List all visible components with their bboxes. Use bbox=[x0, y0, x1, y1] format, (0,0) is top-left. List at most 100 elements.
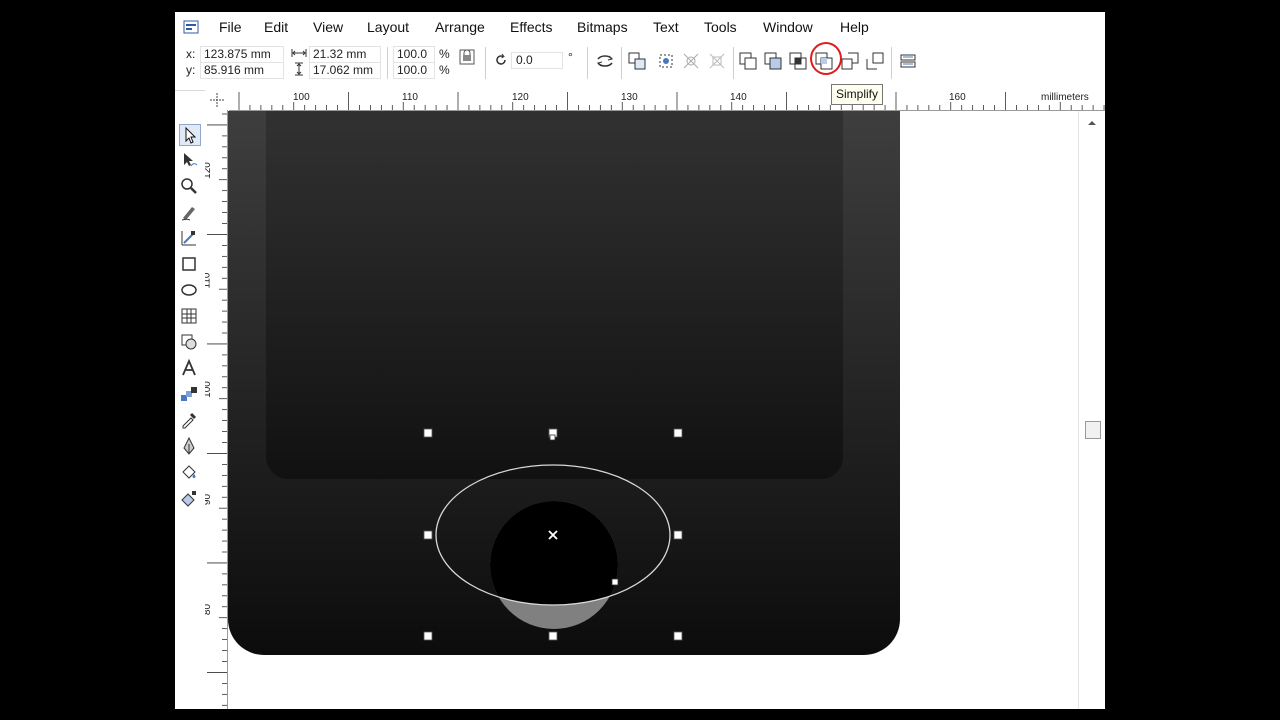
menu-arrange[interactable]: Arrange bbox=[435, 19, 485, 35]
menu-effects[interactable]: Effects bbox=[510, 19, 553, 35]
ruler-origin-icon bbox=[210, 93, 224, 107]
back-minus-front-icon[interactable] bbox=[865, 51, 885, 71]
group-icon[interactable] bbox=[627, 51, 647, 71]
separator bbox=[485, 47, 486, 79]
width-value: 21.32 mm bbox=[313, 47, 367, 61]
zoom-tool[interactable] bbox=[179, 176, 201, 198]
height-icon bbox=[295, 62, 303, 76]
mirror-icon[interactable] bbox=[595, 51, 615, 71]
text-tool[interactable] bbox=[179, 358, 201, 380]
ellipse-tool[interactable] bbox=[179, 280, 201, 302]
rotate-icon bbox=[496, 53, 506, 65]
outline-pen-tool[interactable] bbox=[179, 436, 201, 458]
highlight-annotation bbox=[810, 42, 842, 75]
shape-tool[interactable] bbox=[179, 150, 201, 172]
freehand-tool[interactable] bbox=[179, 202, 201, 224]
menu-tools[interactable]: Tools bbox=[704, 19, 737, 35]
ruler-h-label: 160 bbox=[949, 92, 966, 103]
separator bbox=[621, 47, 622, 79]
ruler-v-label: 120 bbox=[205, 162, 213, 179]
scroll-thumb[interactable] bbox=[1085, 421, 1101, 439]
eyedropper-icon bbox=[182, 412, 197, 429]
ungroup-all-icon[interactable] bbox=[681, 51, 701, 71]
ruler-v-label: 100 bbox=[205, 381, 213, 398]
toolbox bbox=[175, 122, 205, 519]
basic-shapes-tool[interactable] bbox=[179, 332, 201, 354]
scale-x-value: 100.0 bbox=[397, 47, 428, 61]
ruler-origin[interactable] bbox=[205, 90, 229, 110]
ruler-h-label: 140 bbox=[730, 92, 747, 103]
zoom-tool-icon bbox=[181, 178, 197, 194]
graph-paper-icon bbox=[181, 308, 197, 324]
graph-paper-tool[interactable] bbox=[179, 306, 201, 328]
menu-window[interactable]: Window bbox=[763, 19, 813, 35]
menu-bitmaps[interactable]: Bitmaps bbox=[577, 19, 628, 35]
rectangle-tool-icon bbox=[182, 257, 196, 271]
fill-tool[interactable] bbox=[179, 462, 201, 484]
rotation-value: 0.0 bbox=[516, 53, 533, 67]
rectangle-tool[interactable] bbox=[179, 254, 201, 276]
freehand-tool-icon bbox=[181, 207, 195, 221]
ruler-v-label: 80 bbox=[205, 603, 214, 616]
ruler-h-label: 100 bbox=[293, 92, 310, 103]
smart-fill-icon bbox=[181, 231, 196, 246]
trim-icon[interactable] bbox=[788, 51, 808, 71]
menu-edit[interactable]: Edit bbox=[264, 19, 288, 35]
separator bbox=[387, 47, 388, 79]
menu-file[interactable]: File bbox=[219, 19, 242, 35]
ellipse-tool-icon bbox=[181, 284, 197, 296]
property-bar: x: 123.875 mm y: 85.916 mm 21.32 mm 17.0… bbox=[175, 42, 1105, 91]
node-handle[interactable] bbox=[549, 434, 556, 441]
degree-label: ° bbox=[568, 50, 573, 64]
coreldraw-window: File Edit View Layout Arrange Effects Bi… bbox=[175, 12, 1105, 709]
smart-fill-tool[interactable] bbox=[179, 228, 201, 250]
y-label: y: bbox=[186, 63, 196, 77]
lock-ratio-icon[interactable] bbox=[457, 47, 477, 67]
y-position-value: 85.916 mm bbox=[204, 63, 265, 77]
create-boundary-icon[interactable] bbox=[898, 51, 918, 71]
interactive-blend-icon bbox=[181, 387, 197, 401]
pick-tool-icon bbox=[185, 126, 197, 144]
separator bbox=[891, 47, 892, 79]
percent-label-y: % bbox=[439, 63, 450, 77]
height-value: 17.062 mm bbox=[313, 63, 374, 77]
horizontal-ruler[interactable]: 100 110 120 130 140 160 millimeters bbox=[229, 90, 1105, 111]
menu-view[interactable]: View bbox=[313, 19, 343, 35]
ruler-unit-label: millimeters bbox=[1041, 92, 1089, 103]
artwork bbox=[228, 111, 900, 655]
x-label: x: bbox=[186, 47, 196, 61]
x-position-value: 123.875 mm bbox=[204, 47, 271, 61]
drawing-canvas[interactable] bbox=[228, 111, 1078, 709]
menu-help[interactable]: Help bbox=[840, 19, 869, 35]
vertical-ruler[interactable]: 120 110 100 90 80 bbox=[205, 110, 228, 709]
horizontal-ruler-ticks bbox=[238, 92, 1105, 110]
scale-y-value: 100.0 bbox=[397, 63, 428, 77]
outline-pen-icon bbox=[183, 436, 195, 455]
interactive-fill-icon bbox=[181, 491, 196, 507]
interactive-fill-tool[interactable] bbox=[179, 488, 201, 510]
ruler-h-label: 110 bbox=[402, 92, 418, 103]
break-apart-icon[interactable] bbox=[738, 51, 758, 71]
device-screen[interactable] bbox=[266, 111, 843, 479]
fill-tool-icon bbox=[182, 465, 196, 479]
scroll-up-arrow-icon[interactable] bbox=[1086, 119, 1098, 127]
vertical-ruler-ticks bbox=[207, 113, 227, 706]
menu-layout[interactable]: Layout bbox=[367, 19, 409, 35]
front-minus-back-icon[interactable] bbox=[840, 51, 860, 71]
combine-icon[interactable] bbox=[707, 51, 727, 71]
node-handle[interactable] bbox=[611, 578, 619, 586]
ruler-h-label: 130 bbox=[621, 92, 638, 103]
interactive-blend-tool[interactable] bbox=[179, 384, 201, 406]
pick-tool[interactable] bbox=[179, 124, 201, 146]
shape-tool-icon bbox=[184, 153, 198, 167]
ruler-h-label: 120 bbox=[512, 92, 529, 103]
simplify-tooltip: Simplify bbox=[831, 84, 884, 105]
vertical-scrollbar[interactable] bbox=[1078, 111, 1105, 709]
eyedropper-tool[interactable] bbox=[179, 410, 201, 432]
separator bbox=[587, 47, 588, 79]
separator bbox=[733, 47, 734, 79]
ungroup-icon[interactable] bbox=[656, 51, 676, 71]
percent-label-x: % bbox=[439, 47, 450, 61]
weld-icon[interactable] bbox=[763, 51, 783, 71]
menu-text[interactable]: Text bbox=[653, 19, 679, 35]
